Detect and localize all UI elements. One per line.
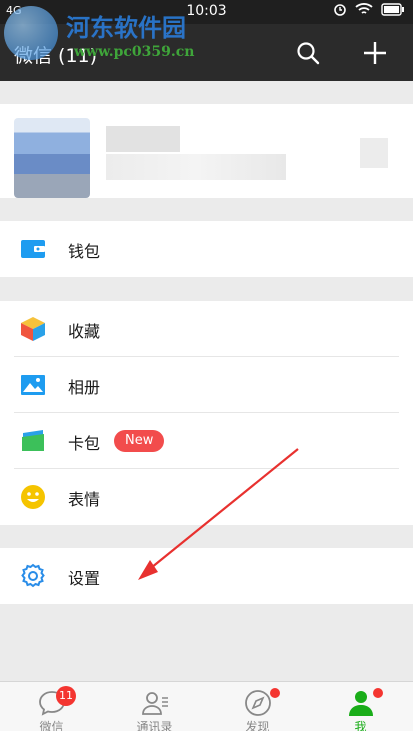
avatar xyxy=(14,118,90,198)
search-button[interactable] xyxy=(291,36,325,70)
profile-card[interactable] xyxy=(0,104,413,198)
nickname-blurred xyxy=(106,126,180,152)
wallet-label: 钱包 xyxy=(68,242,101,261)
status-bar: 4G 10:03 xyxy=(0,0,413,24)
cube-icon xyxy=(19,315,47,343)
album-row[interactable]: 相册 xyxy=(0,357,413,413)
tab-label: 通讯录 xyxy=(136,720,173,731)
stickers-row[interactable]: 表情 xyxy=(0,469,413,525)
wechat-id-blurred xyxy=(106,154,286,180)
tab-contacts[interactable]: 通讯录 xyxy=(103,682,206,731)
battery-icon xyxy=(381,2,404,16)
discover-dot xyxy=(270,688,280,698)
tab-me[interactable]: 我 xyxy=(309,682,412,731)
favorites-row[interactable]: 收藏 xyxy=(0,301,413,357)
page-title: 微信 (11) xyxy=(14,45,98,67)
nav-bar: 微信 (11) xyxy=(0,24,413,81)
tab-bar: 11 微信 通讯录 发现 我 xyxy=(0,681,413,731)
tab-discover[interactable]: 发现 xyxy=(206,682,309,731)
search-icon xyxy=(297,42,320,65)
settings-group: 设置 xyxy=(0,548,413,604)
new-badge: New xyxy=(114,430,165,452)
wallet-icon xyxy=(19,235,47,263)
settings-row[interactable]: 设置 xyxy=(0,548,413,604)
cards-icon xyxy=(19,427,47,455)
cards-label: 卡包 xyxy=(68,434,101,453)
cards-row[interactable]: 卡包 New xyxy=(0,413,413,469)
wallet-group: 钱包 xyxy=(0,221,413,277)
wallet-row[interactable]: 钱包 xyxy=(0,221,413,277)
alarm-icon xyxy=(334,4,346,16)
tab-chats[interactable]: 11 微信 xyxy=(0,682,103,731)
me-icon xyxy=(349,691,373,716)
unread-badge: 11 xyxy=(56,686,76,706)
tab-label: 我 xyxy=(354,720,367,731)
features-group: 收藏 相册 卡包 New 表情 xyxy=(0,301,413,525)
stickers-label: 表情 xyxy=(68,490,101,509)
smiley-icon xyxy=(19,483,47,511)
album-icon xyxy=(19,371,47,399)
album-label: 相册 xyxy=(68,378,101,397)
settings-label: 设置 xyxy=(68,569,101,588)
qr-code-blurred xyxy=(360,138,388,168)
status-icons xyxy=(333,2,405,16)
compass-icon xyxy=(245,690,271,716)
favorites-label: 收藏 xyxy=(68,322,101,341)
contacts-icon xyxy=(142,692,168,715)
me-dot xyxy=(373,688,383,698)
add-button[interactable] xyxy=(358,36,392,70)
wifi-icon xyxy=(355,3,373,14)
gear-icon xyxy=(19,562,47,590)
tab-label: 发现 xyxy=(245,720,270,731)
plus-icon xyxy=(364,42,386,64)
tab-label: 微信 xyxy=(39,720,64,731)
